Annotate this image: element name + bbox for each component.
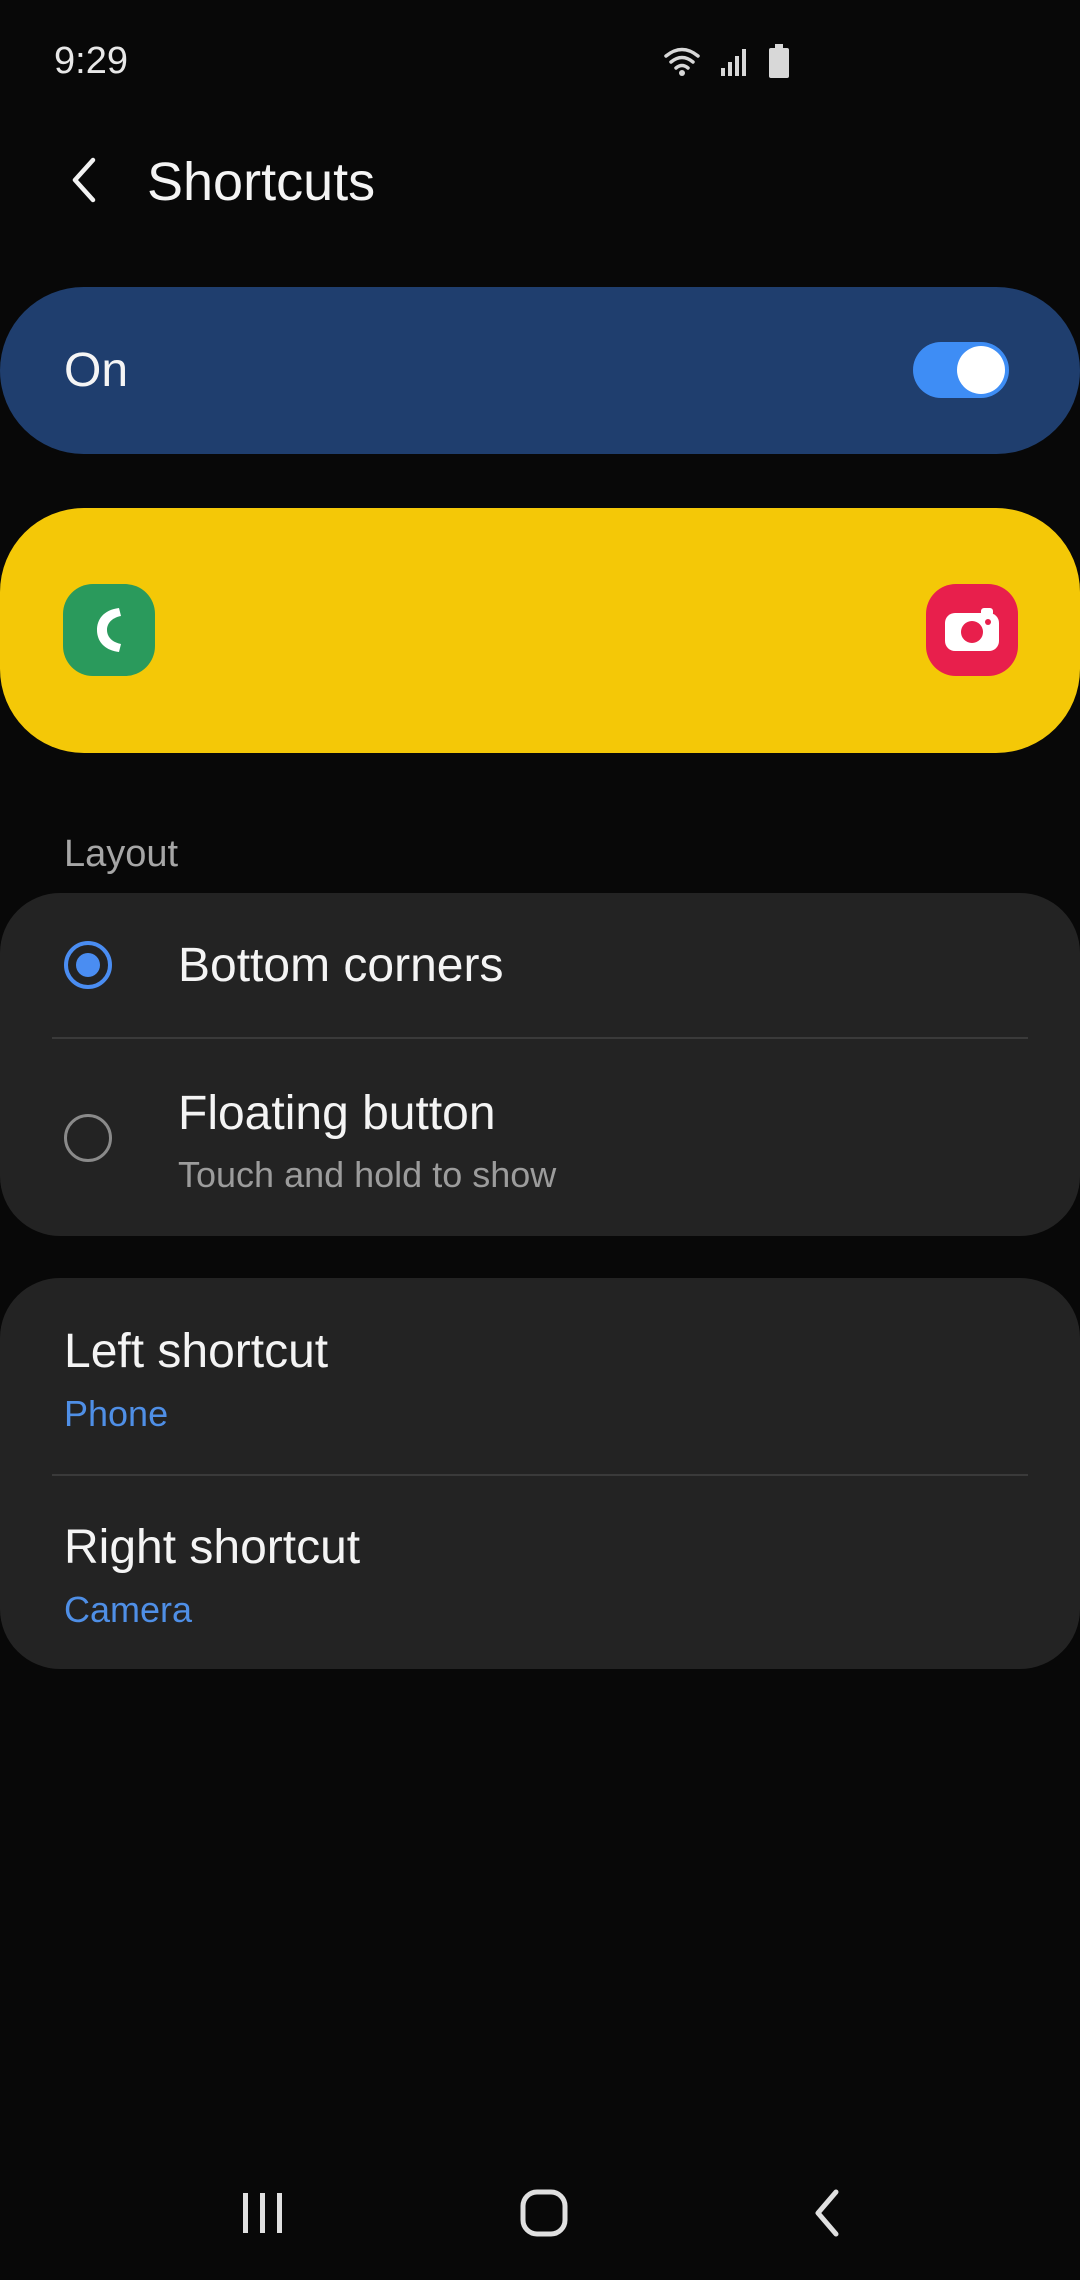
layout-section-label: Layout	[64, 833, 179, 875]
right-shortcut-value: Camera	[64, 1589, 193, 1630]
floating-button-description: Touch and hold to show	[178, 1154, 557, 1195]
master-switch-label: On	[64, 344, 129, 397]
back-icon	[810, 2188, 844, 2243]
toggle-knob	[957, 346, 1005, 394]
back-button[interactable]	[52, 150, 116, 214]
master-toggle-switch[interactable]	[913, 342, 1009, 398]
camera-icon	[926, 584, 1018, 676]
chevron-left-icon	[67, 156, 101, 209]
status-time: 9:29	[54, 40, 128, 82]
recents-icon	[239, 2191, 287, 2240]
floating-button-label[interactable]: Floating button	[178, 1087, 496, 1141]
page-title: Shortcuts	[147, 152, 376, 212]
wifi-icon	[662, 45, 702, 77]
battery-icon	[768, 44, 790, 78]
divider	[52, 1037, 1028, 1039]
left-shortcut-value: Phone	[64, 1393, 169, 1434]
nav-back-button[interactable]	[777, 2165, 877, 2265]
home-icon	[519, 2188, 569, 2243]
bottom-corners-label[interactable]: Bottom corners	[178, 939, 503, 993]
home-button[interactable]	[494, 2165, 594, 2265]
signal-icon	[720, 46, 750, 76]
status-icons	[662, 44, 790, 78]
right-shortcut-title[interactable]: Right shortcut	[64, 1521, 360, 1575]
floating-button-radio[interactable]	[64, 1114, 112, 1162]
shortcut-preview	[0, 508, 1080, 753]
bottom-corners-radio[interactable]	[64, 941, 112, 989]
left-shortcut-title[interactable]: Left shortcut	[64, 1325, 328, 1379]
divider	[52, 1474, 1028, 1476]
phone-icon	[63, 584, 155, 676]
recents-button[interactable]	[213, 2165, 313, 2265]
